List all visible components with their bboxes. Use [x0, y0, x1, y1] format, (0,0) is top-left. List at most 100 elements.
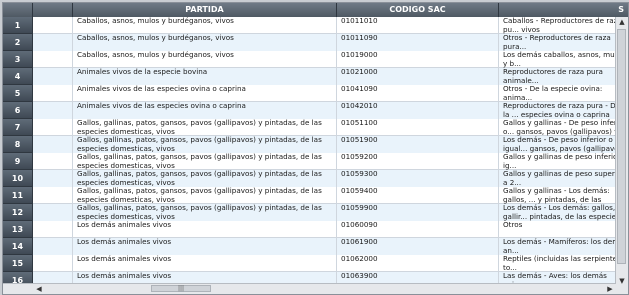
- description-cell[interactable]: Los demás - Mamíferos: los demás an...: [499, 238, 616, 255]
- partida-cell[interactable]: Animales vivos de las especies ovina o c…: [73, 102, 337, 119]
- codigo-sac-cell[interactable]: 01041090: [337, 85, 499, 102]
- table-row[interactable]: 5 Animales vivos de las especies ovina o …: [3, 85, 616, 102]
- codigo-sac-cell[interactable]: 01062000: [337, 255, 499, 272]
- blank-cell: [33, 119, 73, 136]
- table-row[interactable]: 14 Los demás animales vivos 01061900 Los de…: [3, 238, 616, 255]
- row-number[interactable]: 1: [3, 17, 33, 34]
- row-number[interactable]: 2: [3, 34, 33, 51]
- codigo-sac-cell[interactable]: 01051100: [337, 119, 499, 136]
- description-cell[interactable]: Otros - Reproductores de raza pura...: [499, 34, 616, 51]
- partida-cell[interactable]: Gallos, gallinas, patos, gansos, pavos (…: [73, 187, 337, 204]
- blank-cell: [33, 187, 73, 204]
- codigo-sac-cell[interactable]: 01011010: [337, 17, 499, 34]
- partida-cell[interactable]: Gallos, gallinas, patos, gansos, pavos (…: [73, 204, 337, 221]
- partida-cell[interactable]: Gallos, gallinas, patos, gansos, pavos (…: [73, 170, 337, 187]
- table-row[interactable]: 4 Animales vivos de la especie bovina 0102…: [3, 68, 616, 85]
- description-cell[interactable]: Gallos y gallinas de peso inferior o ig.…: [499, 153, 616, 170]
- codigo-sac-cell[interactable]: 01059200: [337, 153, 499, 170]
- row-number[interactable]: 6: [3, 102, 33, 119]
- blank-cell: [33, 34, 73, 51]
- table-row[interactable]: 1 Caballos, asnos, mulos y burdéganos, vi…: [3, 17, 616, 34]
- partida-cell[interactable]: Gallos, gallinas, patos, gansos, pavos (…: [73, 136, 337, 153]
- table-row[interactable]: 2 Caballos, asnos, mulos y burdéganos, vi…: [3, 34, 616, 51]
- header-s[interactable]: S: [499, 3, 628, 17]
- partida-cell[interactable]: Animales vivos de las especies ovina o c…: [73, 85, 337, 102]
- row-number[interactable]: 12: [3, 204, 33, 221]
- row-number[interactable]: 15: [3, 255, 33, 272]
- header-partida[interactable]: PARTIDA: [73, 3, 337, 17]
- row-number[interactable]: 5: [3, 85, 33, 102]
- description-cell[interactable]: Gallos y gallinas de peso superior a 2..…: [499, 170, 616, 187]
- description-cell[interactable]: Gallos y gallinas - De peso inferior o..…: [499, 119, 616, 136]
- horizontal-scroll-thumb[interactable]: |||: [151, 285, 211, 292]
- partida-cell[interactable]: Animales vivos de la especie bovina: [73, 68, 337, 85]
- description-cell[interactable]: Los demás caballos, asnos, mulos y b...: [499, 51, 616, 68]
- blank-cell: [33, 255, 73, 272]
- horizontal-scrollbar[interactable]: ◀ ||| ▶: [33, 283, 616, 294]
- row-number[interactable]: 9: [3, 153, 33, 170]
- corner-spacer: [3, 283, 33, 294]
- codigo-sac-cell[interactable]: 01059400: [337, 187, 499, 204]
- codigo-sac-cell[interactable]: 01059300: [337, 170, 499, 187]
- table-row[interactable]: 12 Gallos, gallinas, patos, gansos, pavos…: [3, 204, 616, 221]
- scroll-up-arrow-icon[interactable]: ▲: [616, 17, 628, 27]
- partida-cell[interactable]: Los demás animales vivos: [73, 255, 337, 272]
- codigo-sac-cell[interactable]: 01021000: [337, 68, 499, 85]
- table-row[interactable]: 15 Los demás animales vivos 01062000 Reptil…: [3, 255, 616, 272]
- scroll-right-arrow-icon[interactable]: ▶: [604, 284, 616, 294]
- description-cell[interactable]: Reproductores de raza pura animale...: [499, 68, 616, 85]
- blank-cell: [33, 68, 73, 85]
- table-row[interactable]: 13 Los demás animales vivos 01060090 Otros: [3, 221, 616, 238]
- blank-cell: [33, 153, 73, 170]
- row-number[interactable]: 13: [3, 221, 33, 238]
- codigo-sac-cell[interactable]: 01019000: [337, 51, 499, 68]
- table-row[interactable]: 3 Caballos, asnos, mulos y burdéganos, vi…: [3, 51, 616, 68]
- row-number[interactable]: 7: [3, 119, 33, 136]
- vertical-scrollbar[interactable]: ▲ ▼: [615, 17, 628, 286]
- partida-cell[interactable]: Los demás animales vivos: [73, 238, 337, 255]
- row-number[interactable]: 14: [3, 238, 33, 255]
- blank-cell: [33, 204, 73, 221]
- description-cell[interactable]: Reproductores de raza pura - De la ... e…: [499, 102, 616, 119]
- row-number[interactable]: 4: [3, 68, 33, 85]
- row-number[interactable]: 11: [3, 187, 33, 204]
- description-cell[interactable]: Otros - De la especie ovina: anima...: [499, 85, 616, 102]
- description-cell[interactable]: Otros: [499, 221, 616, 238]
- description-cell[interactable]: Los demás - Los demás: gallos, gallir...…: [499, 204, 616, 221]
- partida-cell[interactable]: Los demás animales vivos: [73, 221, 337, 238]
- table-row[interactable]: 8 Gallos, gallinas, patos, gansos, pavos …: [3, 136, 616, 153]
- blank-cell: [33, 85, 73, 102]
- partida-cell[interactable]: Gallos, gallinas, patos, gansos, pavos (…: [73, 153, 337, 170]
- row-number[interactable]: 8: [3, 136, 33, 153]
- codigo-sac-cell[interactable]: 01042010: [337, 102, 499, 119]
- corner-spacer-right: [616, 284, 628, 294]
- row-number-header: [3, 3, 33, 17]
- table-row[interactable]: 7 Gallos, gallinas, patos, gansos, pavos …: [3, 119, 616, 136]
- scroll-left-arrow-icon[interactable]: ◀: [33, 284, 45, 294]
- header-codigo-sac[interactable]: CODIGO SAC: [337, 3, 499, 17]
- table-row[interactable]: 6 Animales vivos de las especies ovina o …: [3, 102, 616, 119]
- codigo-sac-cell[interactable]: 01061900: [337, 238, 499, 255]
- description-cell[interactable]: Reptiles (incluidas las serpientes y to.…: [499, 255, 616, 272]
- table-row[interactable]: 9 Gallos, gallinas, patos, gansos, pavos …: [3, 153, 616, 170]
- description-cell[interactable]: Caballos - Reproductores de raza pu... v…: [499, 17, 616, 34]
- table-row[interactable]: 10 Gallos, gallinas, patos, gansos, pavos…: [3, 170, 616, 187]
- row-number[interactable]: 3: [3, 51, 33, 68]
- description-cell[interactable]: Los demás - De peso inferior o igual... …: [499, 136, 616, 153]
- description-cell[interactable]: Gallos y gallinas - Los demás: gallos, .…: [499, 187, 616, 204]
- vertical-scroll-thumb[interactable]: [617, 29, 626, 264]
- row-number[interactable]: 10: [3, 170, 33, 187]
- partida-cell[interactable]: Caballos, asnos, mulos y burdéganos, viv…: [73, 34, 337, 51]
- table-row[interactable]: 11 Gallos, gallinas, patos, gansos, pavos…: [3, 187, 616, 204]
- partida-cell[interactable]: Caballos, asnos, mulos y burdéganos, viv…: [73, 17, 337, 34]
- codigo-sac-cell[interactable]: 01059900: [337, 204, 499, 221]
- data-grid: PARTIDA CODIGO SAC S 1 Caballos, asnos, m…: [2, 2, 629, 295]
- codigo-sac-cell[interactable]: 01060090: [337, 221, 499, 238]
- partida-cell[interactable]: Gallos, gallinas, patos, gansos, pavos (…: [73, 119, 337, 136]
- codigo-sac-cell[interactable]: 01011090: [337, 34, 499, 51]
- partida-cell[interactable]: Caballos, asnos, mulos y burdéganos, viv…: [73, 51, 337, 68]
- grid-header: PARTIDA CODIGO SAC S: [3, 3, 628, 17]
- codigo-sac-cell[interactable]: 01051900: [337, 136, 499, 153]
- grid-body: 1 Caballos, asnos, mulos y burdéganos, vi…: [3, 17, 616, 286]
- blank-cell: [33, 136, 73, 153]
